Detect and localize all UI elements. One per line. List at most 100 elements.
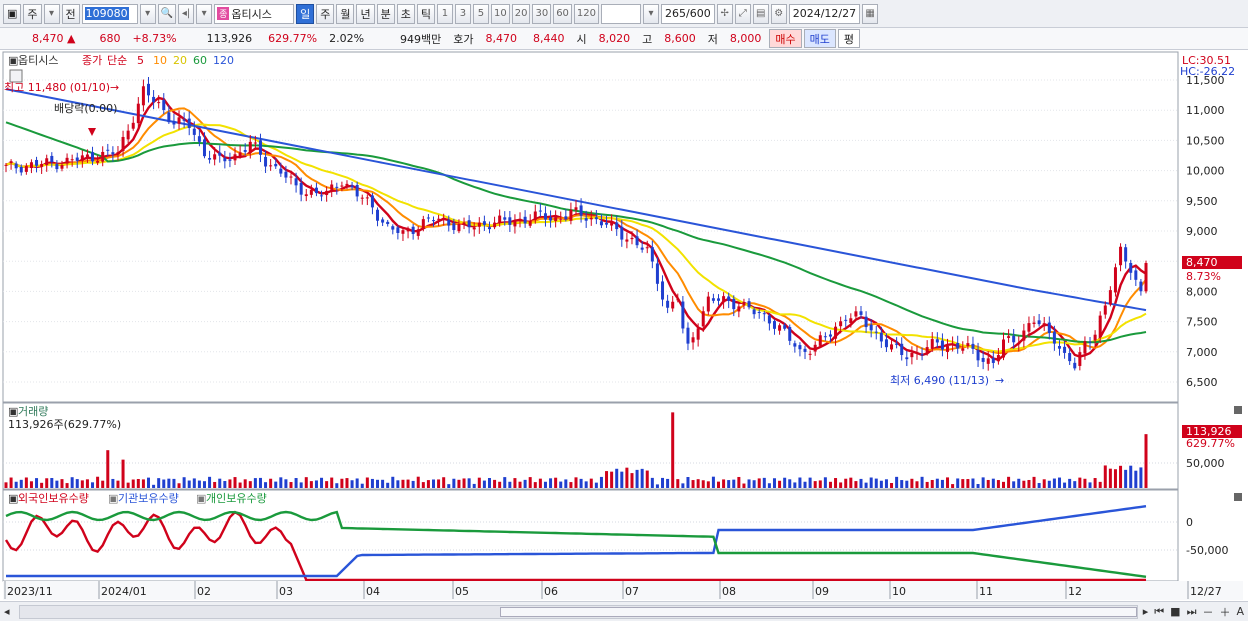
candle-body	[40, 163, 44, 167]
save-icon[interactable]: ▤	[752, 3, 769, 24]
candle-body	[864, 316, 868, 328]
date-value: 2024/12/27	[792, 7, 857, 20]
candle-body	[386, 221, 390, 225]
date-field[interactable]: 2024/12/27	[788, 3, 861, 24]
volume-bar	[80, 480, 84, 488]
calendar-icon[interactable]: ▦	[862, 3, 879, 24]
chart-scrollbar[interactable]	[18, 604, 1138, 619]
candle-body	[45, 158, 49, 166]
volume-bar	[1037, 483, 1041, 488]
period-day-button[interactable]: 일	[296, 3, 315, 24]
period-week-button[interactable]: 주	[316, 3, 335, 24]
period-year-button[interactable]: 년	[356, 3, 375, 24]
volume-bar	[951, 484, 955, 488]
candle-body	[131, 122, 135, 129]
interval-1-button[interactable]: 1	[436, 3, 453, 24]
scroll-thumb[interactable]	[499, 606, 1137, 617]
price-tick-label: 9,500	[1186, 195, 1218, 208]
holdings-close-icon[interactable]	[1234, 493, 1242, 501]
candle-body	[630, 237, 634, 240]
period-second-button[interactable]: 초	[396, 3, 415, 24]
candle-body	[80, 155, 84, 161]
interval-30-button[interactable]: 30	[532, 3, 552, 24]
price-tick-label: 6,500	[1186, 376, 1218, 389]
candle-body	[1027, 323, 1031, 332]
speaker-dropdown-icon[interactable]: ▾	[196, 3, 213, 24]
scroll-right-icon[interactable]: ▸	[1142, 605, 1150, 618]
interval-3-button[interactable]: 3	[454, 3, 471, 24]
volume-bar	[70, 477, 74, 488]
volume-bar	[213, 481, 217, 488]
count-field[interactable]: 265/600	[661, 3, 715, 24]
gear-icon[interactable]: ⚙	[770, 3, 787, 24]
legend-ma-type: 단순	[107, 54, 127, 67]
prev-button[interactable]: 전	[61, 3, 80, 24]
candle-body	[915, 352, 919, 354]
search-icon[interactable]: 🔍	[157, 3, 177, 24]
last-icon[interactable]: ⏭	[1186, 605, 1198, 619]
interval-10-button[interactable]: 10	[490, 3, 510, 24]
interval-5-button[interactable]: 5	[472, 3, 489, 24]
period-month-button[interactable]: 월	[336, 3, 355, 24]
volume-bar	[1027, 479, 1031, 488]
candle-body	[1108, 290, 1112, 305]
volume-bar	[1007, 476, 1011, 488]
sell-button[interactable]: 매도	[803, 29, 836, 48]
candle-body	[1012, 335, 1016, 343]
volume-bar	[432, 479, 435, 488]
market-dropdown-icon[interactable]: ▾	[43, 3, 60, 24]
candle-body	[350, 185, 354, 188]
candle-body	[1078, 352, 1082, 366]
candle-body	[437, 218, 441, 220]
candle-body	[325, 190, 329, 196]
interval-dropdown-icon[interactable]: ▾	[643, 3, 660, 24]
volume-bar	[1083, 478, 1087, 488]
volume-bar	[498, 481, 502, 488]
zoom-out-icon[interactable]: －	[1201, 604, 1214, 620]
draw-tool-icon[interactable]: ⤢	[734, 3, 751, 24]
volume-bar	[752, 480, 756, 488]
volume-close-icon[interactable]	[1234, 406, 1242, 414]
volume-bar	[320, 477, 324, 488]
volume-bar	[910, 478, 914, 488]
first-icon[interactable]: ⏮	[1153, 605, 1165, 619]
x-tick-label: 03	[279, 585, 293, 598]
candle-body	[828, 334, 832, 337]
zoom-in-icon[interactable]: ＋	[1218, 604, 1231, 620]
buy-button[interactable]: 매수	[769, 29, 802, 48]
interval-60-button[interactable]: 60	[553, 3, 572, 24]
candle-body	[24, 165, 28, 172]
speaker-icon[interactable]: ◂|	[178, 3, 195, 24]
crosshair-icon[interactable]: ✢	[716, 3, 733, 24]
volume-bar	[223, 481, 227, 488]
volume-bar	[1022, 480, 1026, 488]
interval-120-button[interactable]: 120	[573, 3, 600, 24]
candle-body	[1068, 353, 1072, 362]
candle-body	[981, 357, 985, 362]
stop-icon[interactable]: ■	[1169, 605, 1181, 618]
evaluate-button[interactable]: 평	[837, 29, 861, 48]
volume-bar	[834, 478, 838, 488]
interval-custom-input[interactable]	[601, 3, 642, 24]
volume-title: 거래량	[18, 405, 48, 418]
scroll-left-icon[interactable]: ◂	[3, 605, 11, 618]
stock-code-input[interactable]: 109080	[81, 3, 138, 24]
candle-body	[986, 358, 990, 364]
period-minute-button[interactable]: 분	[376, 3, 395, 24]
code-dropdown-icon[interactable]: ▾	[139, 3, 156, 24]
candle-body	[762, 313, 766, 315]
market-select[interactable]: 주	[23, 3, 42, 24]
candle-body	[172, 120, 176, 125]
stock-chart[interactable]: 11,50011,00010,50010,0009,5009,0008,5008…	[0, 50, 1248, 601]
price-change-pct: +8.73%	[132, 32, 177, 45]
candle-body	[19, 166, 23, 173]
settings-icon[interactable]: A	[1235, 605, 1245, 618]
candle-body	[935, 339, 939, 343]
period-tick-button[interactable]: 틱	[416, 3, 435, 24]
interval-20-button[interactable]: 20	[511, 3, 531, 24]
volume-bar	[554, 477, 558, 488]
window-menu-button[interactable]: ▣	[3, 3, 22, 24]
candle-body	[493, 222, 497, 228]
volume-bar	[238, 482, 242, 488]
volume-bar	[1093, 478, 1097, 488]
